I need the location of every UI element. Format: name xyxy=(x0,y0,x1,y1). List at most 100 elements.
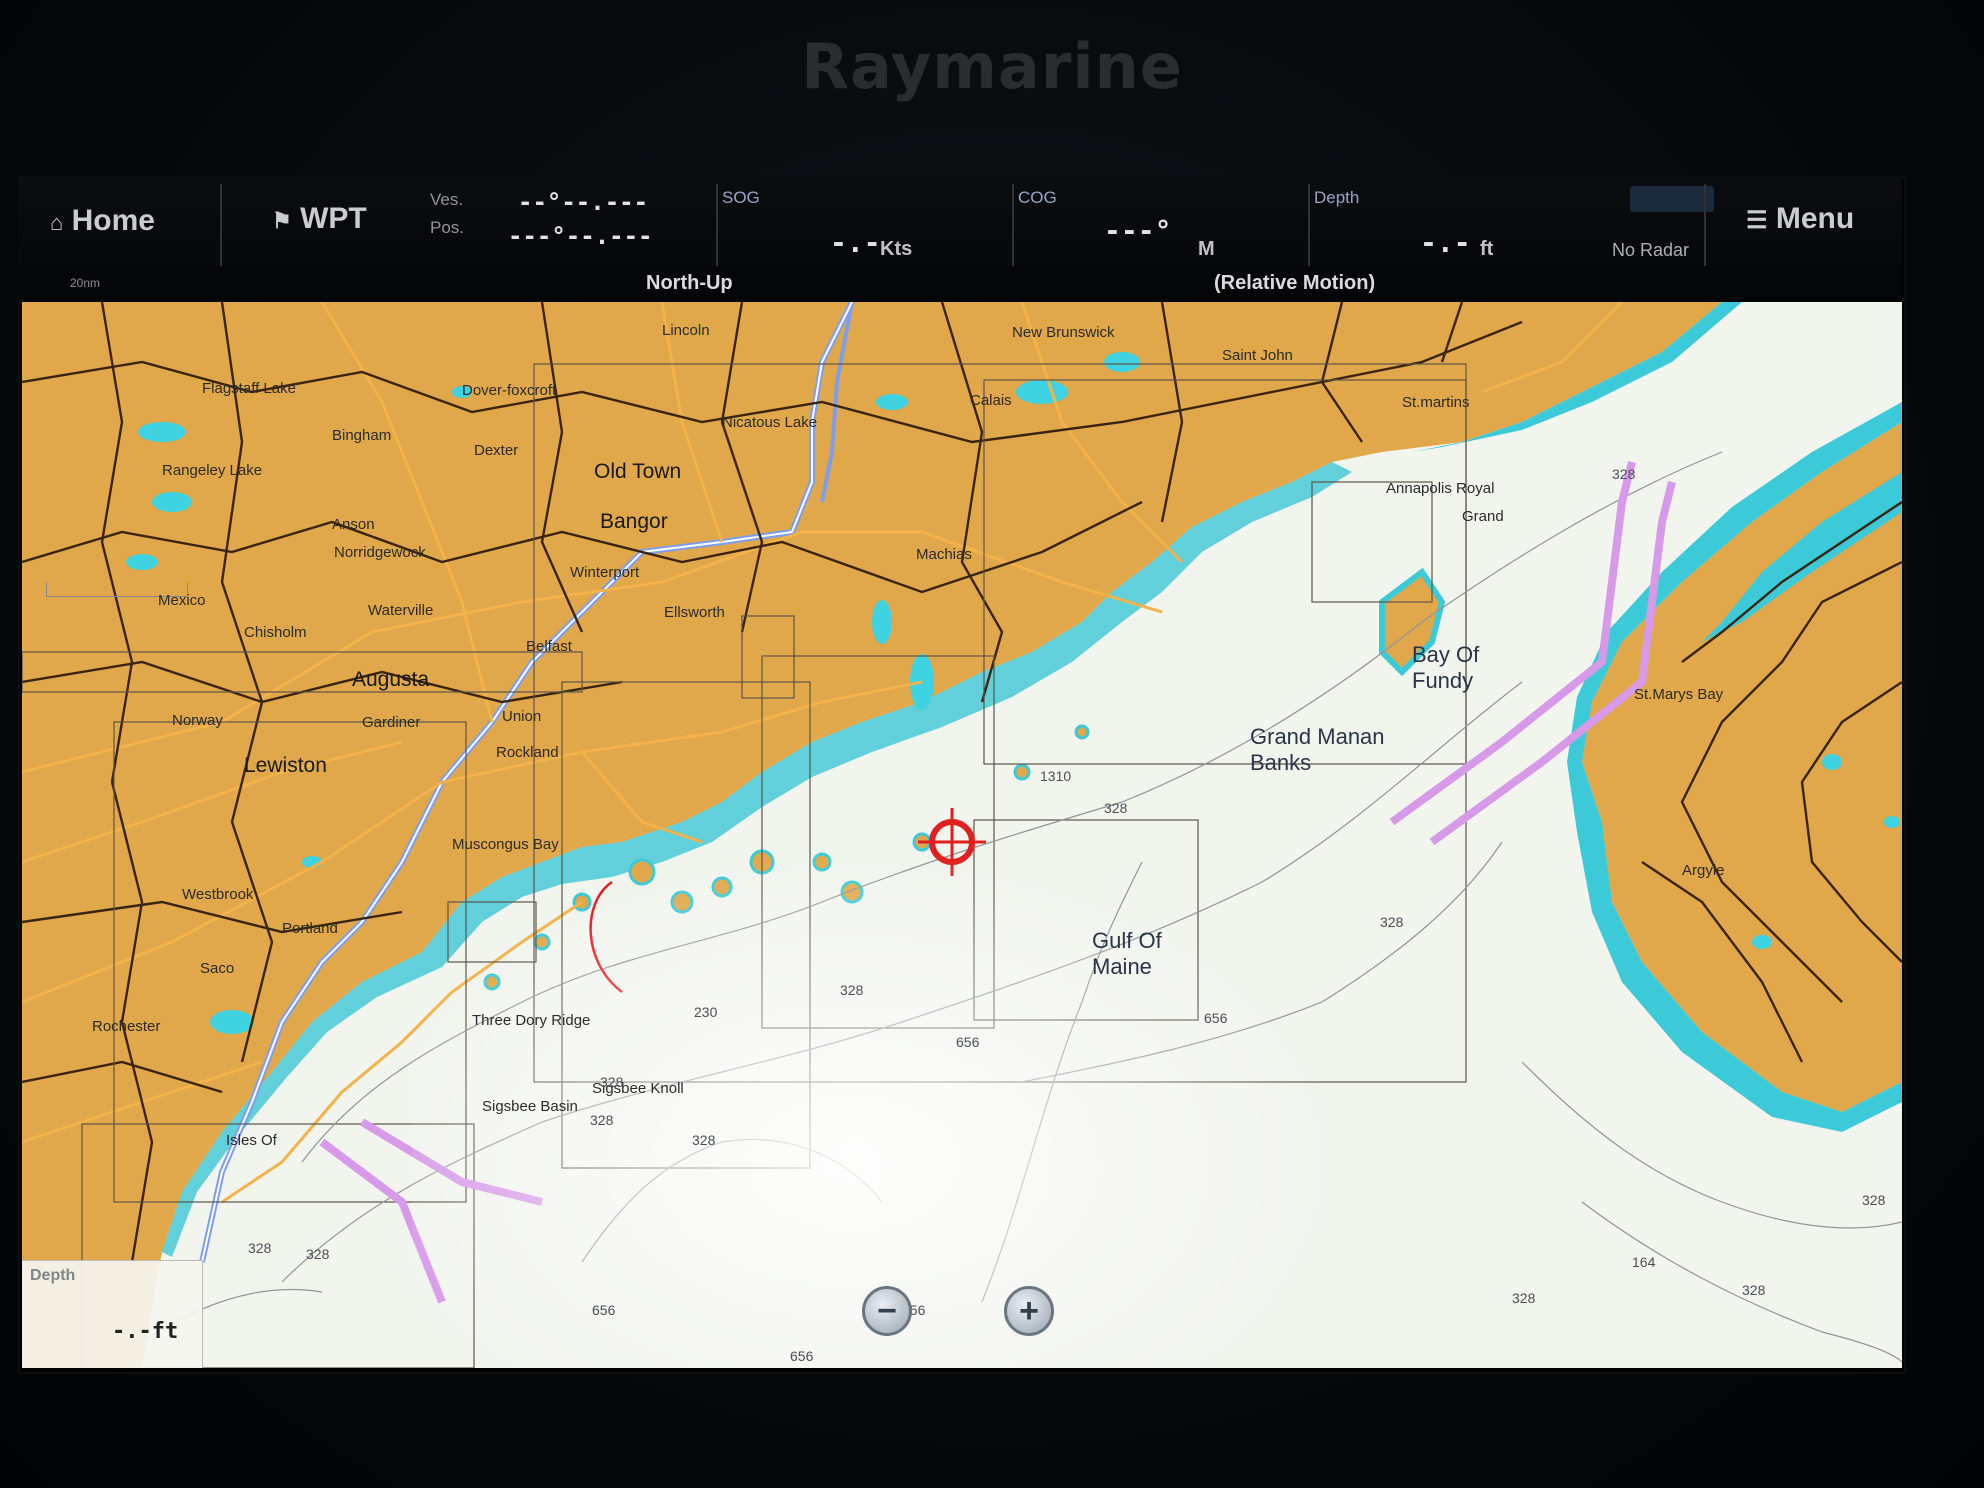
place-label: New Brunswick xyxy=(1012,324,1115,341)
cog-unit: M xyxy=(1198,238,1215,260)
place-label: Lincoln xyxy=(662,322,710,339)
databar-divider xyxy=(1704,184,1706,266)
place-label: Isles Of xyxy=(226,1132,277,1149)
ves-label: Ves. xyxy=(430,190,464,209)
depth-label: Depth xyxy=(1314,188,1360,207)
databar-divider xyxy=(1012,184,1014,266)
depth-sounding: 328 xyxy=(1612,466,1636,482)
home-icon: ⌂ xyxy=(50,210,64,235)
place-label: Ellsworth xyxy=(664,604,725,621)
zoom-out-button[interactable]: − xyxy=(862,1286,912,1336)
place-label: Mexico xyxy=(158,592,206,609)
place-label: Rochester xyxy=(92,1018,161,1035)
place-label: Westbrook xyxy=(182,886,254,903)
place-label: Saco xyxy=(200,960,235,977)
depth-sounding: 328 xyxy=(306,1246,330,1262)
place-label: Dover-foxcroft xyxy=(462,382,557,399)
depth-sounding: 656 xyxy=(790,1348,814,1364)
zoom-out-icon: − xyxy=(877,1292,897,1330)
place-label: Muscongus Bay xyxy=(452,836,559,853)
wpt-button[interactable]: ⚑ WPT xyxy=(272,202,367,236)
databar-divider xyxy=(220,184,222,266)
depth-panel-title: Depth xyxy=(30,1267,76,1284)
place-label: Norridgewock xyxy=(334,544,426,561)
place-label: Three Dory Ridge xyxy=(472,1012,591,1029)
pos-label: Pos. xyxy=(430,218,465,237)
place-label: Winterport xyxy=(570,564,640,581)
radar-status[interactable]: No Radar xyxy=(1612,240,1689,261)
nautical-chart[interactable]: Lincoln New Brunswick Saint John St.martins… xyxy=(22,302,1902,1368)
depth-sounding: 328 xyxy=(1512,1290,1536,1306)
wpt-label: WPT xyxy=(300,202,367,235)
menu-icon: ☰ xyxy=(1746,207,1768,234)
zoom-in-button[interactable]: + xyxy=(1004,1286,1054,1336)
depth-sounding: 328 xyxy=(1862,1192,1886,1208)
depth-panel-value: -.-ft xyxy=(112,1319,179,1344)
water-body-label: Gulf Of Maine xyxy=(1092,928,1162,979)
depth-sounding: 328 xyxy=(590,1112,614,1128)
scale-label: 20nm xyxy=(70,276,101,290)
water-body-label: Bay Of Fundy xyxy=(1412,642,1480,693)
place-label: Old Town xyxy=(594,460,682,483)
place-label: Union xyxy=(502,708,542,725)
cog-value: ---° xyxy=(1104,214,1172,247)
place-label: Bangor xyxy=(600,510,668,533)
depth-unit: ft xyxy=(1480,238,1494,260)
place-label: Rockland xyxy=(496,744,559,761)
depth-sounding: 1310 xyxy=(1040,768,1072,784)
chart-orientation[interactable]: North-Up xyxy=(646,272,733,295)
place-label: Augusta xyxy=(352,668,430,691)
motion-mode[interactable]: (Relative Motion) xyxy=(1214,272,1375,295)
place-label: Bingham xyxy=(332,427,392,444)
position-lon: ---°--.--- xyxy=(508,222,653,250)
depth-sounding: 328 xyxy=(1104,800,1128,816)
place-label: Sigsbee Basin xyxy=(482,1098,578,1115)
place-label: St.Marys Bay xyxy=(1634,686,1724,703)
place-label: Flagstaff Lake xyxy=(202,380,296,397)
depth-sounding: 328 xyxy=(600,1074,624,1090)
place-label: Nicatous Lake xyxy=(722,414,818,431)
brand-logo: Raymarine xyxy=(801,30,1183,103)
sog-label: SOG xyxy=(722,188,760,207)
waypoint-flag-icon: ⚑ xyxy=(272,208,292,233)
place-label: Grand xyxy=(1462,508,1504,525)
place-label: Dexter xyxy=(474,442,519,459)
depth-sounding: 656 xyxy=(1204,1010,1228,1026)
depth-sounding: 328 xyxy=(840,982,864,998)
place-label: Machias xyxy=(916,546,972,563)
home-button[interactable]: ⌂ Home xyxy=(50,204,155,238)
zoom-in-icon: + xyxy=(1019,1292,1039,1330)
depth-sounding: 328 xyxy=(692,1132,716,1148)
depth-sounding: 656 xyxy=(956,1034,980,1050)
place-label: Belfast xyxy=(526,638,572,655)
position-lat: --°--.--- xyxy=(518,188,649,216)
cog-label: COG xyxy=(1018,188,1057,207)
place-label: Lewiston xyxy=(244,754,327,777)
menu-label: Menu xyxy=(1775,202,1855,235)
place-label: Norway xyxy=(172,712,223,729)
place-label: Portland xyxy=(282,920,338,937)
home-label: Home xyxy=(71,204,155,237)
place-label: Annapolis Royal xyxy=(1386,480,1495,497)
place-label: Anson xyxy=(332,516,375,533)
place-label: Argyle xyxy=(1682,862,1725,879)
sog-unit: Kts xyxy=(880,238,913,260)
depth-sounding: 328 xyxy=(1742,1282,1766,1298)
depth-value: -.- xyxy=(1420,226,1471,259)
databar: ⌂ Home ⚑ WPT Ves. Pos. --°--.--- ---°--.… xyxy=(18,176,1902,302)
sog-value: -.- xyxy=(830,226,881,259)
depth-sounding: 656 xyxy=(592,1302,616,1318)
depth-sounding: 164 xyxy=(1632,1254,1656,1270)
place-label: St.martins xyxy=(1402,394,1470,411)
depth-sounding: 328 xyxy=(248,1240,272,1256)
place-label: Waterville xyxy=(368,602,434,619)
menu-button[interactable]: ☰ Menu xyxy=(1746,202,1854,236)
chart-canvas xyxy=(22,302,1902,1368)
depth-sounding: 230 xyxy=(694,1004,718,1020)
databar-divider xyxy=(716,184,718,266)
place-label: Saint John xyxy=(1222,347,1293,364)
place-label: Chisholm xyxy=(244,624,307,641)
water-body-label: Grand Manan Banks xyxy=(1250,724,1385,775)
depth-sounding: 328 xyxy=(1380,914,1404,930)
place-label: Calais xyxy=(970,392,1012,409)
